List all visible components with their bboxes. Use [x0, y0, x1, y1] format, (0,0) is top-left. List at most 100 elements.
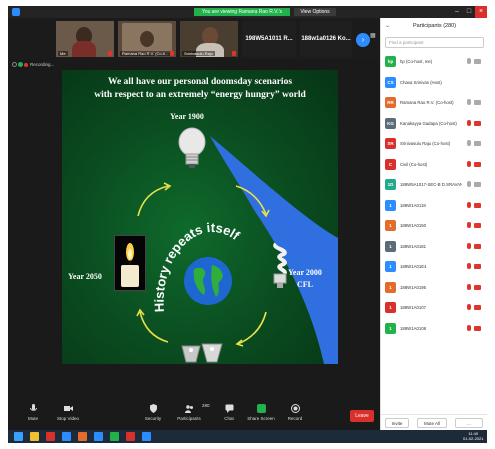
cfl-bulb-image: [273, 242, 287, 288]
chevron-down-icon[interactable]: ⌄: [385, 18, 390, 34]
start-icon[interactable]: [14, 432, 23, 441]
chat-button[interactable]: Chat: [214, 404, 244, 428]
video-tile-me[interactable]: Me: [56, 21, 114, 57]
participant-name: Srinivasulu Raju (Co-host): [400, 141, 451, 146]
svg-text:History repeats itself: History repeats itself: [152, 220, 243, 312]
zoom-logo-icon: [12, 8, 20, 16]
video-off-icon: [474, 161, 481, 167]
microphone-icon: [467, 99, 471, 105]
avatar: 1: [385, 199, 396, 211]
participant-name: hp (Co-host, me): [400, 59, 433, 64]
mic-off-icon: [467, 160, 471, 167]
video-tile-ramana[interactable]: Ramana Rao R.V. (Co-h...: [118, 21, 176, 57]
avatar: 1: [385, 281, 396, 293]
shield-icon[interactable]: [18, 62, 23, 67]
minimize-button[interactable]: –: [451, 6, 463, 18]
file-explorer-icon[interactable]: [30, 432, 39, 441]
participant-row[interactable]: 1 188W1A0118: [381, 196, 487, 217]
mute-button[interactable]: Mute: [18, 404, 48, 428]
avatar: 1: [385, 322, 396, 334]
mute-label: Mute: [27, 416, 38, 421]
media-icon[interactable]: [78, 432, 87, 441]
next-page-button[interactable]: ›: [356, 33, 370, 47]
tile-name: Ramana Rao R.V. (Co-h...: [120, 51, 171, 56]
close-button[interactable]: ×: [475, 6, 487, 18]
video-off-icon: [474, 223, 481, 228]
chat-label: Chat: [224, 416, 234, 421]
participant-name: 188W5A1017-SEC-B D.SRAVAN...: [400, 182, 462, 187]
video-tile-name-only[interactable]: 188w1a0126 Ko...: [300, 21, 352, 57]
participant-row[interactable]: 1 188W1A0195: [381, 278, 487, 299]
participant-row[interactable]: 1D 188W5A1017-SEC-B D.SRAVAN...: [381, 175, 487, 196]
app-icon[interactable]: [126, 432, 135, 441]
participants-label: Participants: [177, 416, 201, 421]
windows-taskbar: 11:40 01-02-2021: [8, 430, 487, 443]
participants-button[interactable]: Participants: [174, 404, 204, 428]
participant-row[interactable]: 1 188W1A0107: [381, 298, 487, 319]
mic-off-icon: [467, 222, 471, 228]
stop-video-label: Stop Video: [57, 416, 79, 421]
avatar: 1: [385, 220, 396, 231]
participant-row[interactable]: KG Kanakayya Gadapa (Co-host): [381, 114, 487, 135]
participant-row[interactable]: C Civil (Co-host): [381, 155, 487, 176]
mic-off-icon: [467, 201, 471, 208]
video-camera-icon: [474, 141, 481, 146]
video-camera-icon: [474, 100, 481, 105]
mic-off-icon: [232, 51, 236, 56]
strip-layout-icon[interactable]: ▦: [370, 32, 380, 39]
participant-row[interactable]: hp hp (Co-host, me): [381, 52, 487, 73]
avatar: RR: [385, 97, 396, 108]
microphone-icon: [467, 58, 471, 64]
video-tile-name-only[interactable]: 198W5A1011 R...: [242, 21, 296, 57]
screen-share-banner: You are viewing Ramana Rao R.V.'s screen: [194, 8, 290, 23]
browser-icon[interactable]: [62, 432, 71, 441]
leave-button[interactable]: Leave: [350, 410, 374, 422]
more-button[interactable]: ...: [455, 418, 483, 428]
tile-name: Srinivasulu Raju: [182, 51, 215, 56]
participant-name: Civil (Co-host): [400, 161, 428, 167]
participant-row[interactable]: CS Chava Srinivas (Host): [381, 73, 487, 94]
security-button[interactable]: Security: [138, 404, 168, 428]
participant-row[interactable]: 1 188W1A0181: [381, 237, 487, 258]
video-tile-srinivasulu[interactable]: Srinivasulu Raju: [180, 21, 238, 57]
participant-row[interactable]: RR Ramana Rao R.V. (Co-host): [381, 93, 487, 114]
video-off-icon: [474, 120, 481, 126]
mic-off-icon: [467, 119, 471, 126]
mic-off-icon: [467, 304, 471, 310]
record-button[interactable]: Record: [280, 404, 310, 428]
info-icon[interactable]: [12, 62, 17, 67]
share-screen-button[interactable]: Share Screen: [246, 404, 276, 428]
stop-video-button[interactable]: Stop Video: [53, 404, 83, 428]
slide-title-line1: We all have our personal doomsday scenar…: [107, 77, 293, 87]
microphone-icon: [467, 181, 471, 187]
invite-button[interactable]: Invite: [385, 418, 409, 428]
candle-image: [114, 235, 146, 291]
participant-search-input[interactable]: Find a participant: [385, 37, 484, 48]
zoom-taskbar-icon[interactable]: [142, 432, 151, 441]
shield-icon: [149, 404, 157, 413]
participant-row[interactable]: 1 188W1A01E4: [381, 257, 487, 278]
app-icon[interactable]: [110, 432, 119, 441]
participant-name: 188W1A0150: [400, 223, 427, 228]
video-off-icon: [474, 284, 481, 290]
participant-list: hp hp (Co-host, me) CS Chava Srinivas (Host…: [381, 52, 487, 339]
participant-row[interactable]: 1 188W1A0108: [381, 319, 487, 340]
shared-screen-slide: We all have our personal doomsday scenar…: [62, 70, 338, 364]
app-icon[interactable]: [94, 432, 103, 441]
participant-row[interactable]: SR Srinivasulu Raju (Co-host): [381, 134, 487, 155]
video-camera-icon: [63, 406, 73, 411]
avatar: 1D: [385, 179, 396, 190]
maximize-button[interactable]: □: [463, 6, 475, 18]
taskbar-clock[interactable]: 11:40 01-02-2021: [463, 431, 483, 441]
chat-icon: [225, 404, 233, 413]
slide-title: We all have our personal doomsday scenar…: [62, 76, 338, 102]
mute-all-button[interactable]: Mute All: [417, 418, 447, 428]
light-bulb-image: [178, 127, 206, 168]
record-icon: [290, 404, 300, 413]
participant-name: 188W1A01E4: [400, 264, 427, 269]
view-options-button[interactable]: View Options: [294, 8, 336, 16]
video-off-icon: [474, 325, 481, 331]
pdf-reader-icon[interactable]: [46, 432, 55, 441]
video-off-icon: [474, 264, 481, 269]
participant-row[interactable]: 1 188W1A0150: [381, 216, 487, 237]
